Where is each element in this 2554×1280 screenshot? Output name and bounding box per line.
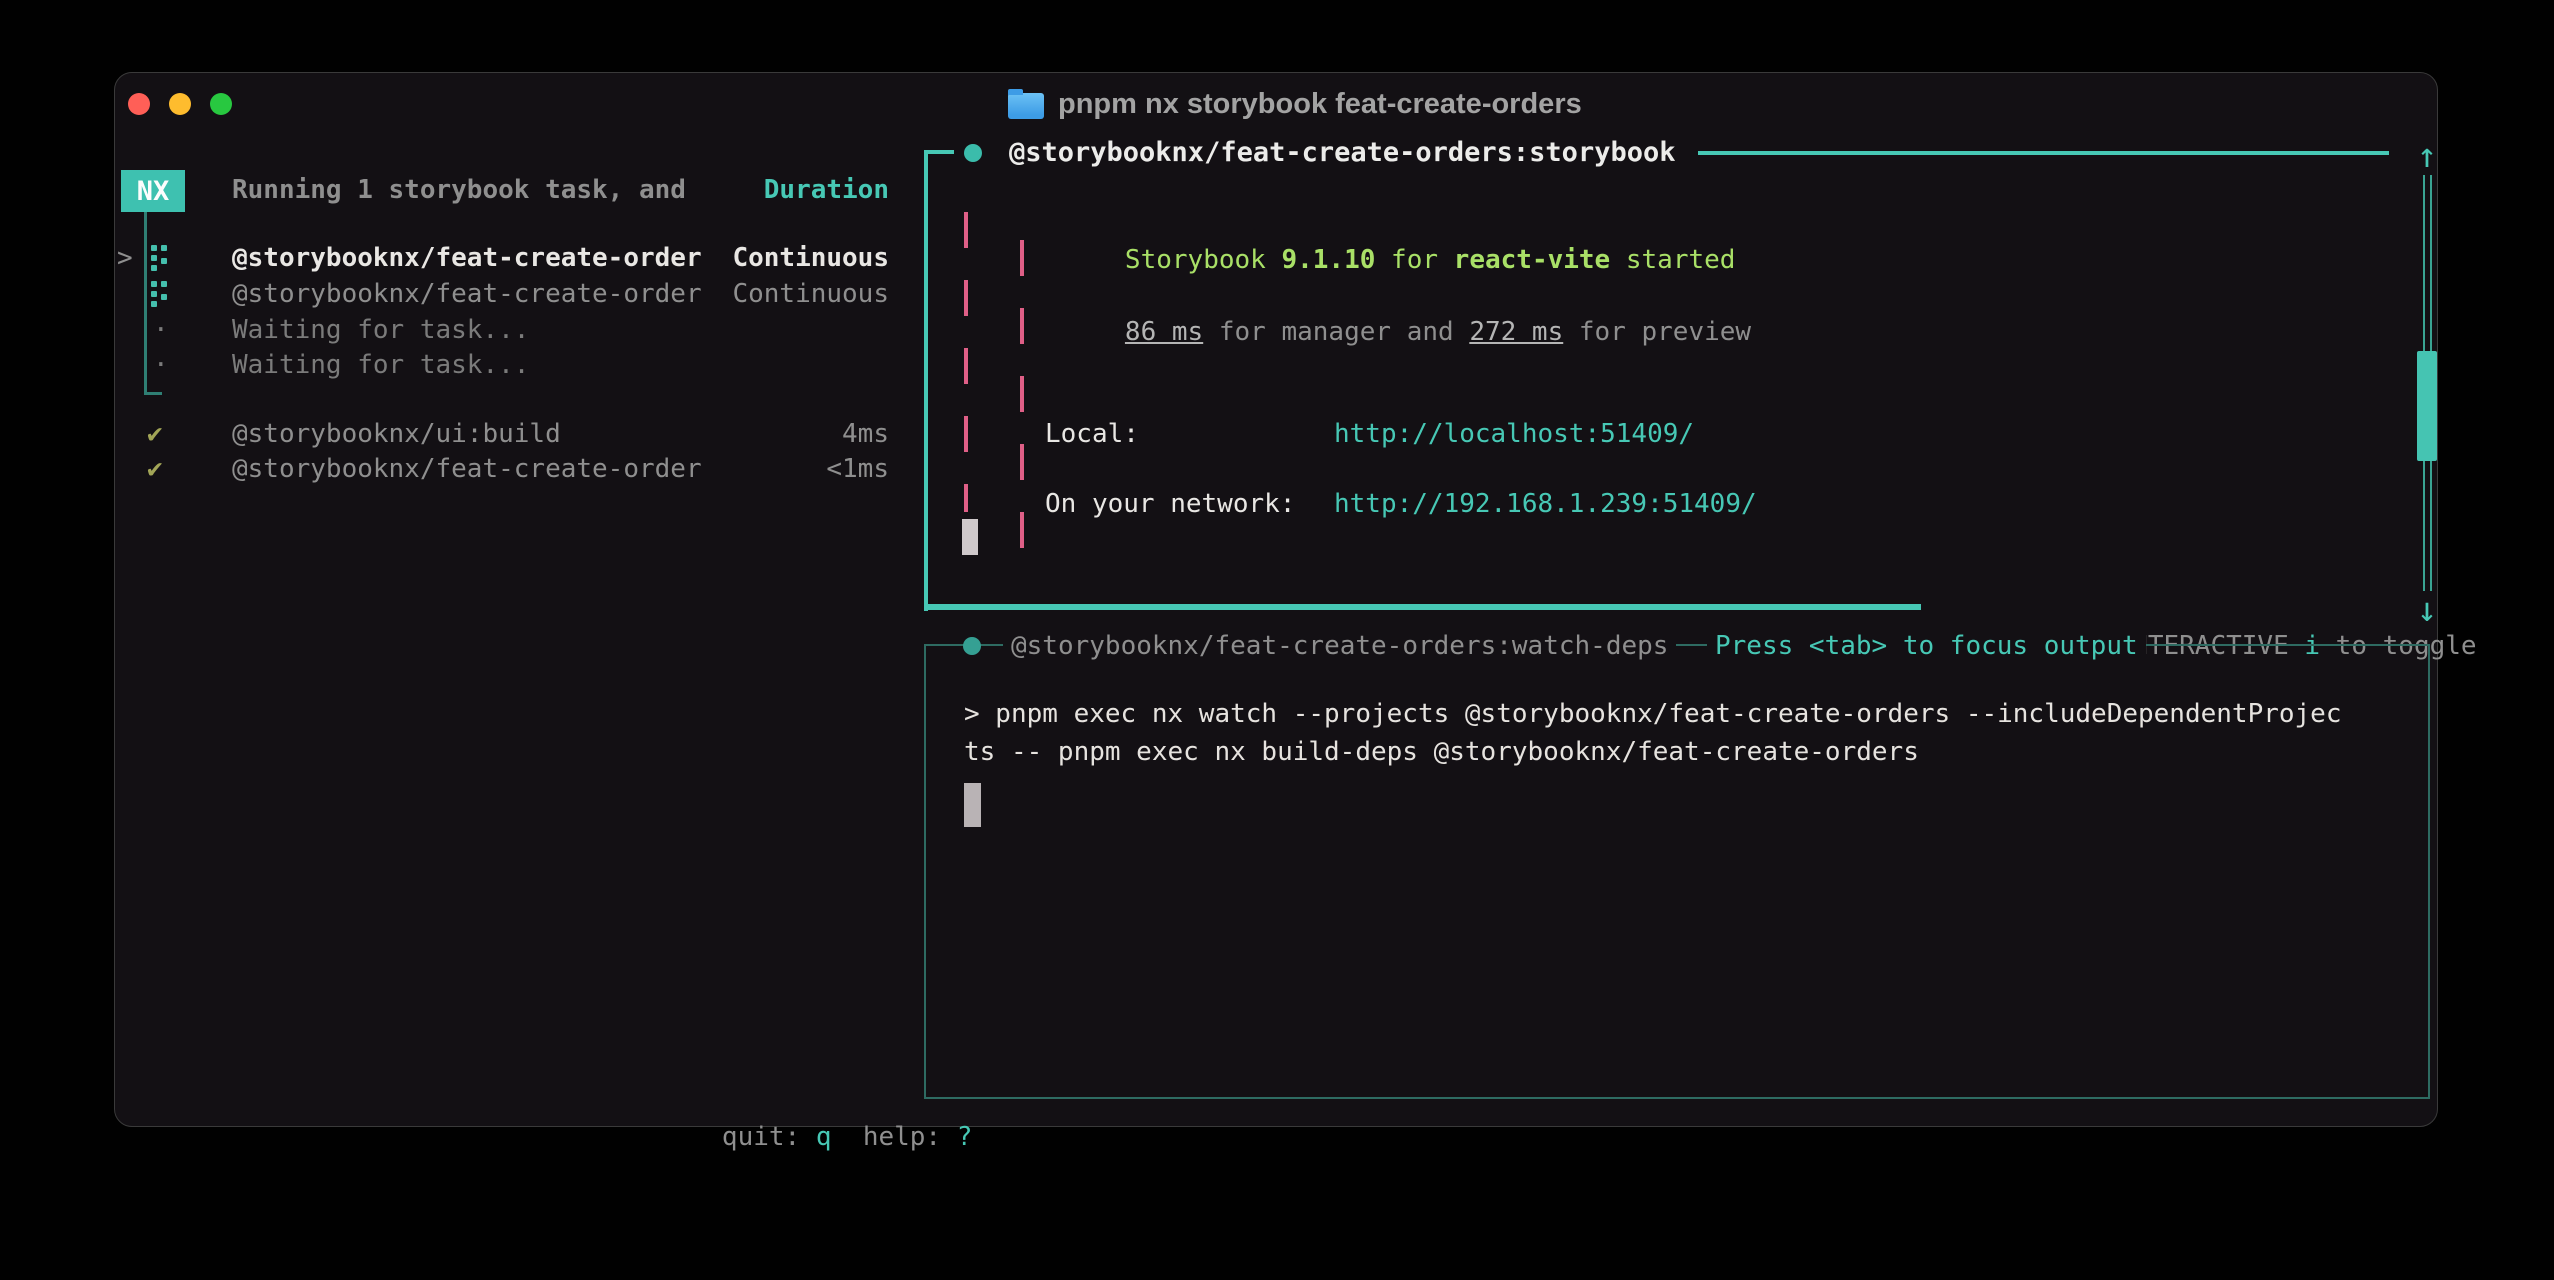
preview-time: 272 ms (1469, 317, 1563, 347)
network-label: On your network: (1045, 486, 1295, 522)
terminal-cursor (962, 519, 978, 555)
task-name: Waiting for task... (232, 347, 529, 383)
watch-panel-title: @storybooknx/feat-create-orders:watch-de… (1003, 628, 1676, 664)
local-label: Local: (1045, 416, 1139, 452)
framework-name: react-vite (1454, 245, 1611, 275)
selection-caret: > (117, 240, 133, 276)
scroll-down-arrow[interactable]: ↓ (2411, 592, 2443, 628)
task-status-dot-icon (963, 637, 981, 655)
folder-icon (1008, 93, 1044, 119)
nx-badge: NX (121, 170, 185, 212)
quit-key: q (800, 1122, 831, 1152)
check-icon: ✔ (147, 451, 163, 487)
storybook-panel-border-bottom (924, 604, 1921, 610)
duration-column-header: Duration (764, 172, 889, 208)
storybook-panel-border-left (924, 150, 928, 611)
check-icon: ✔ (147, 416, 163, 452)
task-name: Waiting for task... (232, 312, 529, 348)
started-text: started (1610, 245, 1735, 275)
storybook-panel-title: @storybooknx/feat-create-orders:storyboo… (1009, 135, 1675, 171)
completed-task-row[interactable]: @storybooknx/ui:build 4ms (232, 416, 889, 452)
task-status-dot-icon (964, 144, 982, 162)
storybook-panel-border-top-stub (924, 150, 954, 154)
help-label: help: (832, 1122, 942, 1152)
storybook-timing-line: 86 ms for manager and 272 ms for preview (1031, 278, 1751, 386)
command-line: ts -- pnpm exec nx build-deps @storybook… (964, 734, 1919, 770)
task-row[interactable]: Waiting for task... (232, 312, 889, 348)
keybinding-footer: quit: q help: ? (628, 1083, 972, 1191)
task-duration: 4ms (842, 416, 889, 452)
task-row[interactable]: Waiting for task... (232, 347, 889, 383)
storybook-box-border-inner (1020, 240, 1024, 570)
local-url-link[interactable]: http://localhost:51409/ (1334, 416, 1694, 452)
task-list-header: Running 1 storybook task, and Duration (232, 172, 889, 208)
task-status: Continuous (732, 240, 889, 276)
waiting-bullet: · (153, 347, 169, 383)
completed-task-row[interactable]: @storybooknx/feat-create-order <1ms (232, 451, 889, 487)
task-tree-line (144, 212, 147, 394)
task-summary: Running 1 storybook task, and (232, 172, 686, 208)
network-url-link[interactable]: http://192.168.1.239:51409/ (1334, 486, 1757, 522)
waiting-bullet: · (153, 312, 169, 348)
focus-output-hint: Press <tab> to focus output (1707, 628, 2146, 664)
task-tree-corner (144, 392, 162, 395)
scroll-up-arrow[interactable]: ↑ (2411, 138, 2443, 174)
task-row[interactable]: @storybooknx/feat-create-order Continuou… (232, 276, 889, 312)
command-line: > pnpm exec nx watch --projects @storybo… (964, 696, 2342, 732)
task-name: @storybooknx/ui:build (232, 416, 561, 452)
spinner-icon (151, 245, 169, 271)
task-name: @storybooknx/feat-create-order (232, 451, 702, 487)
storybook-panel-border-top (1698, 151, 2389, 155)
terminal-cursor (964, 783, 981, 827)
started-text: for (1375, 245, 1453, 275)
timing-text: for preview (1563, 317, 1751, 347)
scrollbar-thumb[interactable] (2417, 351, 2437, 461)
spinner-icon (151, 281, 169, 307)
task-name: @storybooknx/feat-create-order (232, 240, 702, 276)
close-button[interactable] (128, 93, 150, 115)
minimize-button[interactable] (169, 93, 191, 115)
terminal-window: pnpm nx storybook feat-create-orders NX … (114, 72, 2438, 1127)
screen: pnpm nx storybook feat-create-orders NX … (0, 0, 2554, 1280)
task-name: @storybooknx/feat-create-order (232, 276, 702, 312)
quit-label: quit: (722, 1122, 800, 1152)
task-row[interactable]: @storybooknx/feat-create-order Continuou… (232, 240, 889, 276)
titlebar: pnpm nx storybook feat-create-orders (1008, 87, 1582, 121)
task-status: Continuous (732, 276, 889, 312)
storybook-box-border-left (964, 212, 968, 512)
maximize-button[interactable] (210, 93, 232, 115)
task-duration: <1ms (826, 451, 889, 487)
window-title: pnpm nx storybook feat-create-orders (1058, 88, 1582, 121)
help-key: ? (941, 1122, 972, 1152)
storybook-version: 9.1.10 (1281, 245, 1375, 275)
timing-text: for manager and (1203, 317, 1469, 347)
started-text: Storybook (1125, 245, 1282, 275)
manager-time: 86 ms (1125, 317, 1203, 347)
